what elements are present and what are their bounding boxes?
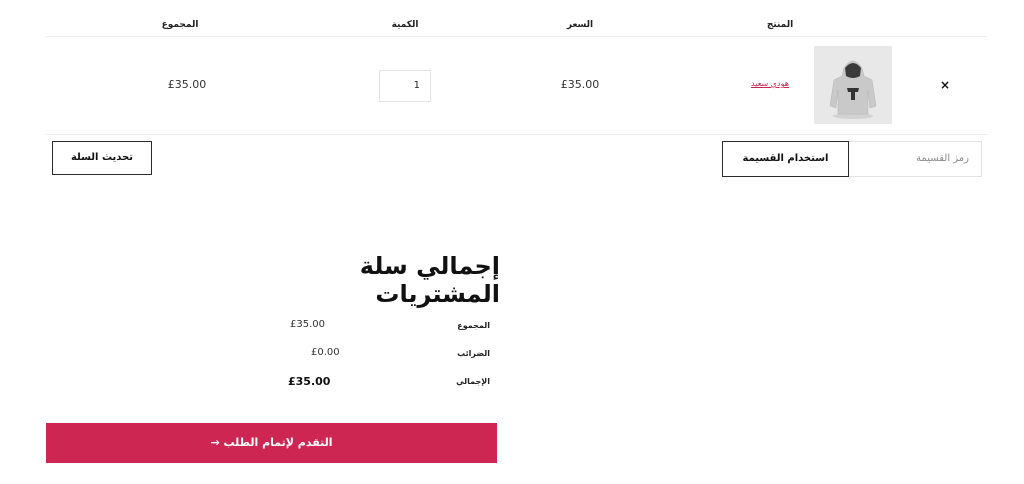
header-quantity: الكمية	[391, 20, 419, 30]
proceed-to-checkout-button[interactable]: التقدم لإتمام الطلب →	[46, 423, 497, 463]
header-price: السعر	[566, 20, 594, 30]
totals-label: الضرائب	[457, 349, 490, 358]
product-price: £35.00	[560, 78, 600, 91]
coupon-code-input[interactable]: رمز القسيمة	[848, 141, 982, 177]
header-subtotal: المجموع	[161, 20, 199, 30]
totals-value: £35.00	[288, 375, 331, 388]
header-product: المنتج	[766, 20, 794, 30]
totals-value: £0.00	[311, 347, 340, 358]
product-name-link[interactable]: هودي سعيد	[740, 79, 800, 88]
close-icon[interactable]: ×	[938, 78, 952, 92]
product-subtotal: £35.00	[167, 78, 207, 91]
totals-label: الإجمالي	[456, 377, 490, 386]
apply-coupon-button[interactable]: استخدام القسيمة	[722, 141, 849, 177]
totals-label: المجموع	[457, 321, 490, 330]
hoodie-image	[814, 46, 892, 124]
update-cart-button[interactable]: تحديث السلة	[52, 141, 152, 175]
totals-title: إجمالي سلة المشتريات	[359, 252, 500, 308]
product-thumbnail[interactable]	[814, 46, 892, 124]
totals-value: £35.00	[290, 319, 325, 330]
header-divider	[46, 36, 987, 37]
row-divider	[46, 134, 987, 135]
quantity-input[interactable]: 1	[379, 70, 431, 102]
